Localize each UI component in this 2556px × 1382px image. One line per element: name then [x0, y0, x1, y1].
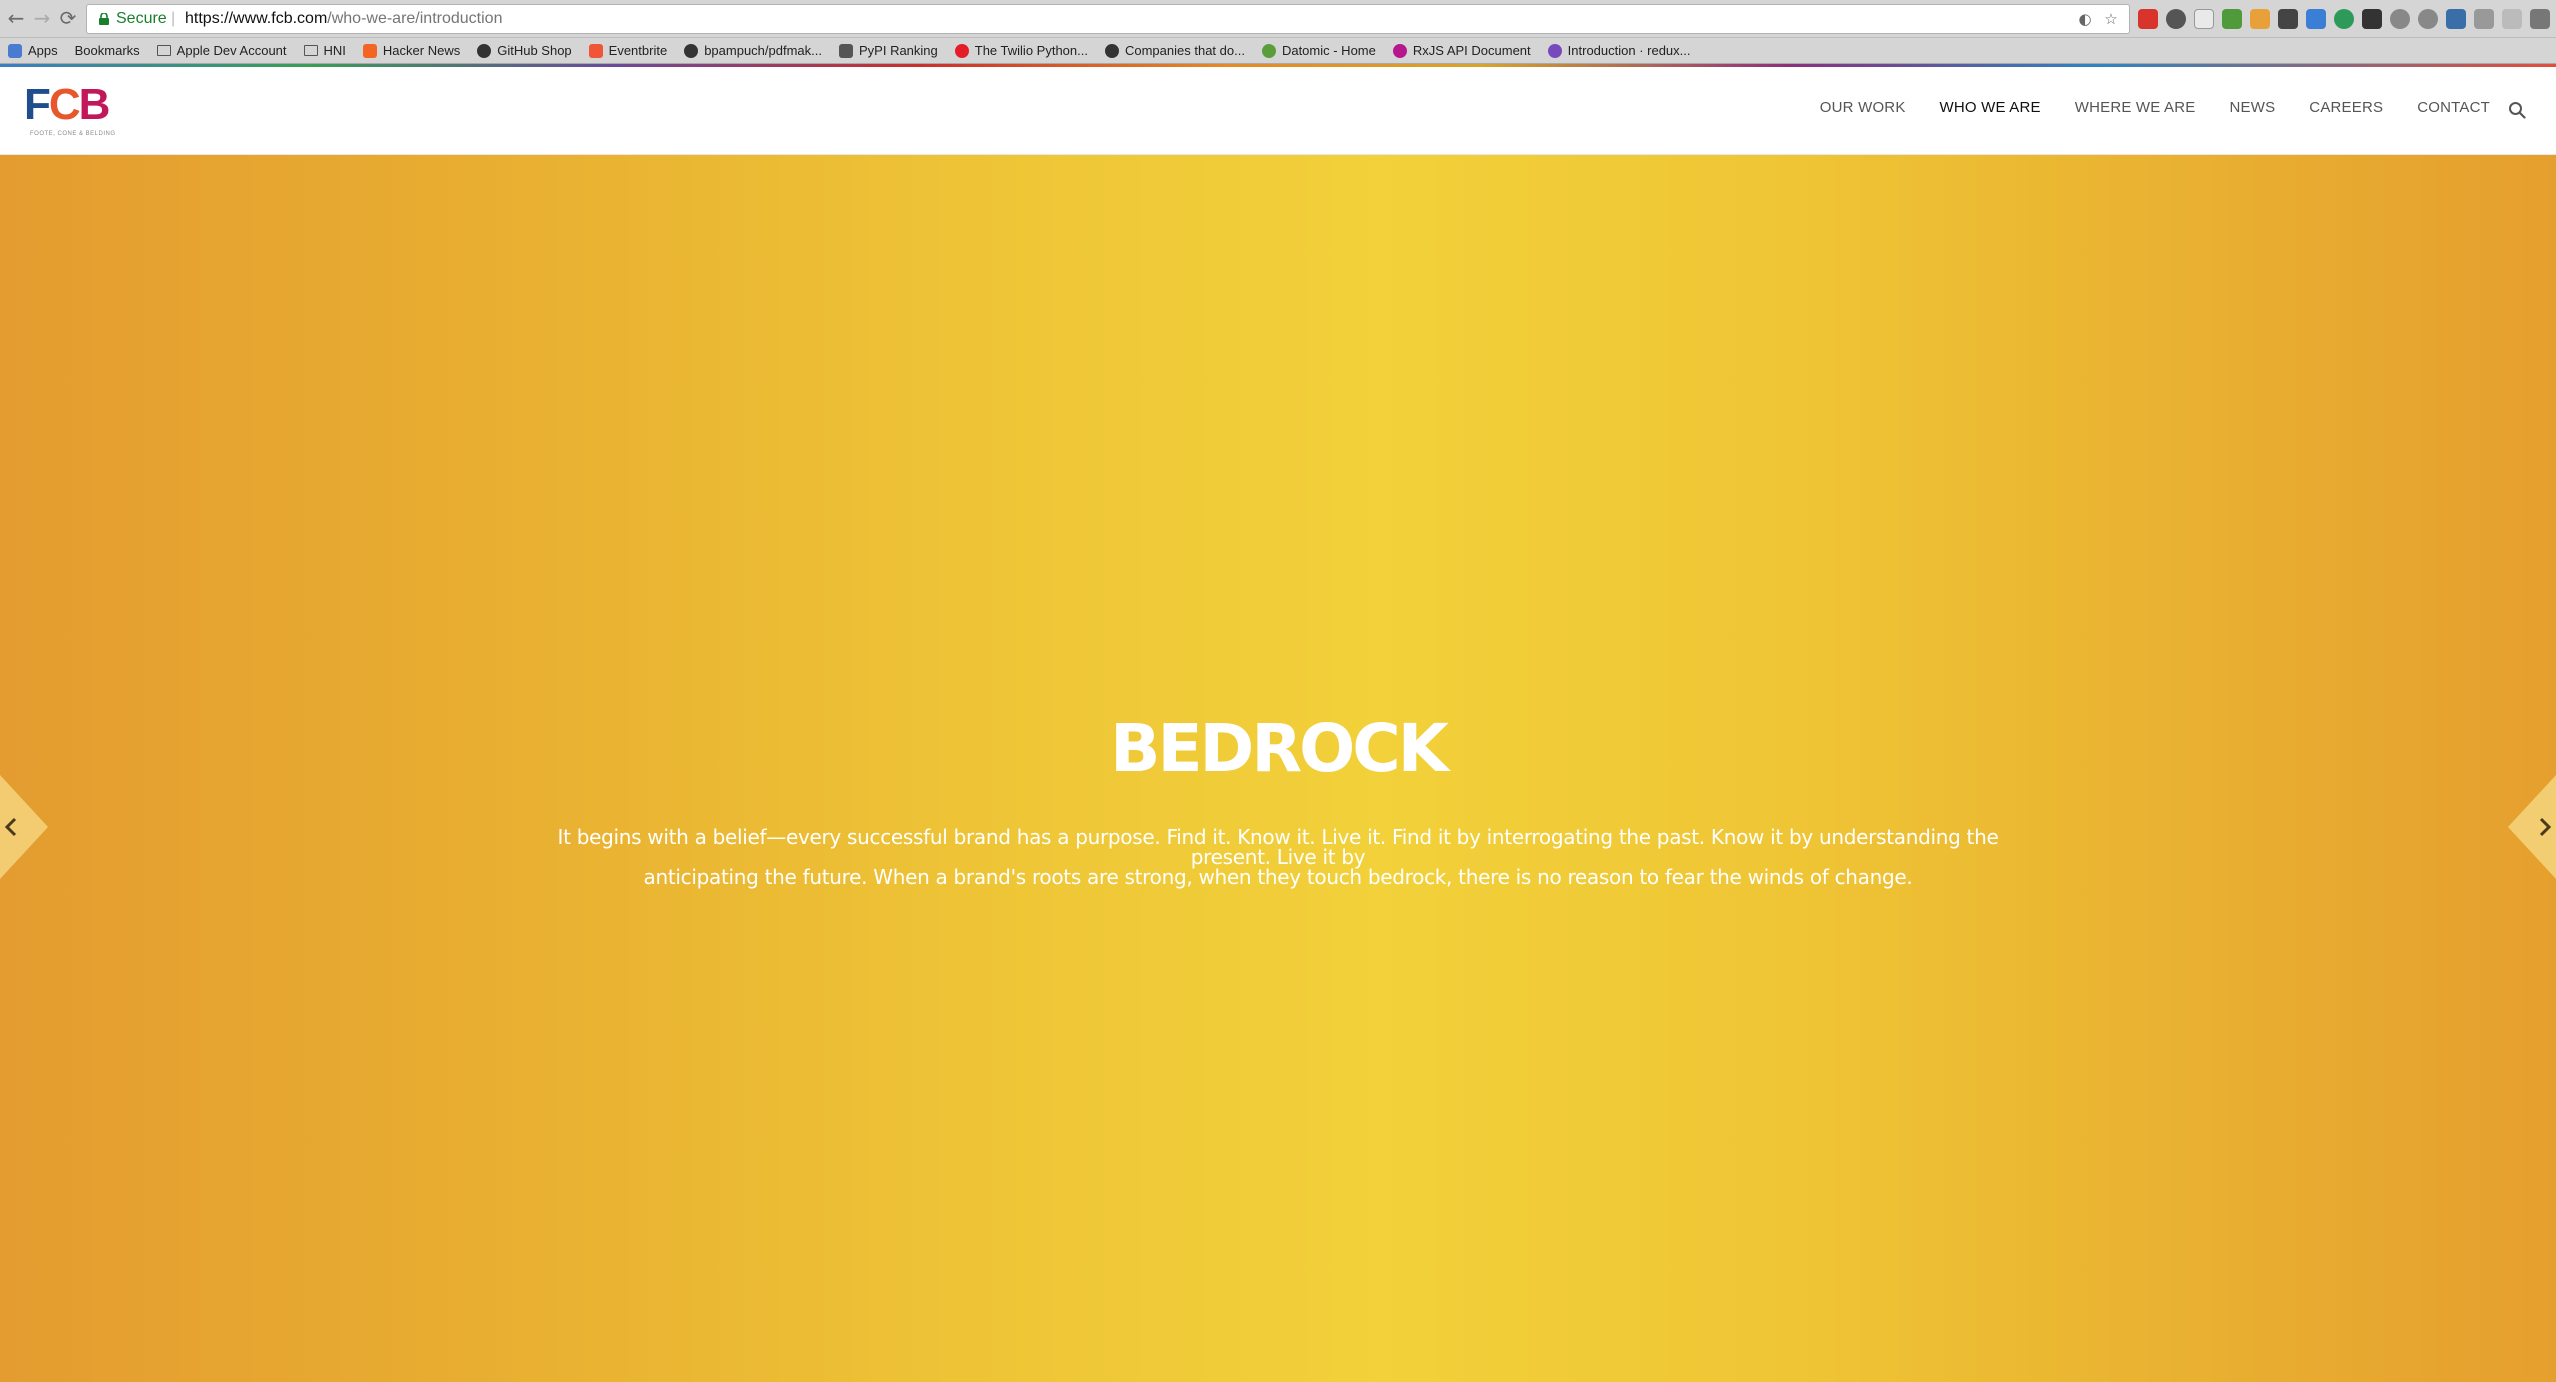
hero-description-line: It begins with a belief—every successful… — [557, 825, 1999, 869]
hero-title: BEDROCK — [1110, 710, 1449, 787]
next-slide-button[interactable] — [2504, 775, 2556, 879]
bookmark-label: Companies that do... — [1124, 43, 1245, 58]
url-path: /who-we-are/introduction — [327, 10, 503, 27]
github-icon — [684, 43, 699, 58]
previous-slide-button[interactable] — [0, 775, 52, 879]
extension-icon[interactable] — [2306, 9, 2326, 29]
browser-toolbar: ← → ⟳ Secure | https://www.fcb.com/who-w… — [0, 0, 2556, 38]
secure-label: Secure — [116, 10, 167, 27]
bookmark-item[interactable]: HNI — [303, 43, 346, 58]
eventbrite-icon — [588, 43, 603, 58]
extensions-bar — [2138, 9, 2550, 29]
reload-icon[interactable]: ⟳ — [56, 6, 80, 30]
bookmark-item[interactable]: GitHub Shop — [477, 43, 572, 58]
search-icon[interactable] — [2508, 101, 2526, 119]
menu-icon[interactable] — [2530, 9, 2550, 29]
extension-icon[interactable] — [2194, 9, 2214, 29]
bookmark-label: RxJS API Document — [1412, 43, 1531, 58]
bookmark-item[interactable]: PyPI Ranking — [839, 43, 938, 58]
site-settings-icon[interactable]: ◐ — [2077, 11, 2093, 27]
bookmarks-bar: Apps Bookmarks Apple Dev Account HNI Hac… — [0, 38, 2556, 64]
bookmark-label: bpampuch/pdfmak... — [704, 43, 822, 58]
url-text[interactable]: https://www.fcb.com/who-we-are/introduct… — [185, 10, 502, 28]
bookmark-label: PyPI Ranking — [859, 43, 938, 58]
bookmark-item[interactable]: Datomic - Home — [1261, 43, 1376, 58]
bookmark-label: GitHub Shop — [497, 43, 572, 58]
bookmark-label: The Twilio Python... — [974, 43, 1088, 58]
extension-icon[interactable] — [2138, 9, 2158, 29]
logo-tagline: FOOTE, CONE & BELDING — [30, 131, 116, 137]
address-bar[interactable]: Secure | https://www.fcb.com/who-we-are/… — [86, 4, 2130, 34]
extension-icon[interactable] — [2166, 9, 2186, 29]
bookmark-item[interactable]: Companies that do... — [1104, 43, 1245, 58]
extension-icon[interactable] — [2250, 9, 2270, 29]
logo-letter-f: F — [24, 80, 51, 129]
nav-careers[interactable]: CAREERS — [2309, 99, 2383, 116]
twilio-icon — [954, 43, 969, 58]
nav-where-we-are[interactable]: WHERE WE ARE — [2075, 99, 2196, 116]
bookmark-label: Eventbrite — [608, 43, 668, 58]
hero-section: BEDROCK It begins with a belief—every su… — [0, 155, 2556, 1382]
extension-icon[interactable] — [2446, 9, 2466, 29]
lock-icon — [99, 13, 109, 25]
back-icon[interactable]: ← — [4, 6, 28, 30]
redux-icon — [1547, 43, 1562, 58]
extension-icon[interactable] — [2278, 9, 2298, 29]
nav-our-work[interactable]: OUR WORK — [1820, 99, 1906, 116]
extension-icon[interactable] — [2474, 9, 2494, 29]
bookmark-item[interactable]: Hacker News — [362, 43, 461, 58]
nav-who-we-are[interactable]: WHO WE ARE — [1940, 99, 2041, 116]
bookmark-item[interactable]: Apple Dev Account — [156, 43, 287, 58]
extension-icon[interactable] — [2334, 9, 2354, 29]
folder-icon — [303, 45, 318, 56]
bookmark-label: HNI — [323, 43, 346, 58]
bookmark-star-icon[interactable]: ☆ — [2103, 11, 2119, 27]
bookmark-label: Datomic - Home — [1281, 43, 1376, 58]
url-host: https://www.fcb.com — [185, 10, 328, 27]
bookmark-item[interactable]: Eventbrite — [588, 43, 668, 58]
folder-icon — [156, 45, 171, 56]
bookmark-item[interactable]: bpampuch/pdfmak... — [684, 43, 822, 58]
bookmark-label: Introduction · redux... — [1567, 43, 1691, 58]
nav-contact[interactable]: CONTACT — [2417, 99, 2490, 116]
fcb-logo[interactable]: FCB FOOTE, CONE & BELDING — [24, 83, 119, 143]
extension-icon[interactable] — [2390, 9, 2410, 29]
bookmark-item[interactable]: Bookmarks — [75, 43, 140, 58]
bookmark-item[interactable]: The Twilio Python... — [954, 43, 1088, 58]
hero-description-line: anticipating the future. When a brand's … — [643, 865, 1913, 889]
bookmark-item[interactable]: Apps — [8, 43, 58, 58]
nav-news[interactable]: NEWS — [2229, 99, 2275, 116]
bookmark-label: Bookmarks — [74, 43, 140, 58]
rxjs-icon — [1392, 43, 1407, 58]
extension-icon[interactable] — [2502, 9, 2522, 29]
url-separator: | — [171, 10, 176, 27]
pypi-icon — [839, 43, 853, 58]
forward-icon[interactable]: → — [30, 6, 54, 30]
bookmark-item[interactable]: Introduction · redux... — [1547, 43, 1691, 58]
logo-letter-b: B — [78, 80, 111, 129]
main-nav: OUR WORK WHO WE ARE WHERE WE ARE NEWS CA… — [1820, 99, 2490, 116]
github-icon — [477, 43, 492, 58]
hacker-news-icon — [362, 43, 377, 58]
bookmark-label: Apps — [28, 43, 58, 58]
bookmark-label: Hacker News — [382, 43, 461, 58]
datomic-icon — [1261, 43, 1276, 58]
logo-letter-c: C — [48, 80, 81, 129]
extension-icon[interactable] — [2362, 9, 2382, 29]
site-header: FCB FOOTE, CONE & BELDING OUR WORK WHO W… — [0, 67, 2556, 155]
bookmark-label: Apple Dev Account — [176, 43, 287, 58]
apps-grid-icon — [8, 43, 22, 58]
extension-icon[interactable] — [2222, 9, 2242, 29]
github-icon — [1104, 43, 1119, 58]
bookmark-item[interactable]: RxJS API Document — [1392, 43, 1531, 58]
hero-description: It begins with a belief—every successful… — [540, 827, 2016, 887]
extension-icon[interactable] — [2418, 9, 2438, 29]
